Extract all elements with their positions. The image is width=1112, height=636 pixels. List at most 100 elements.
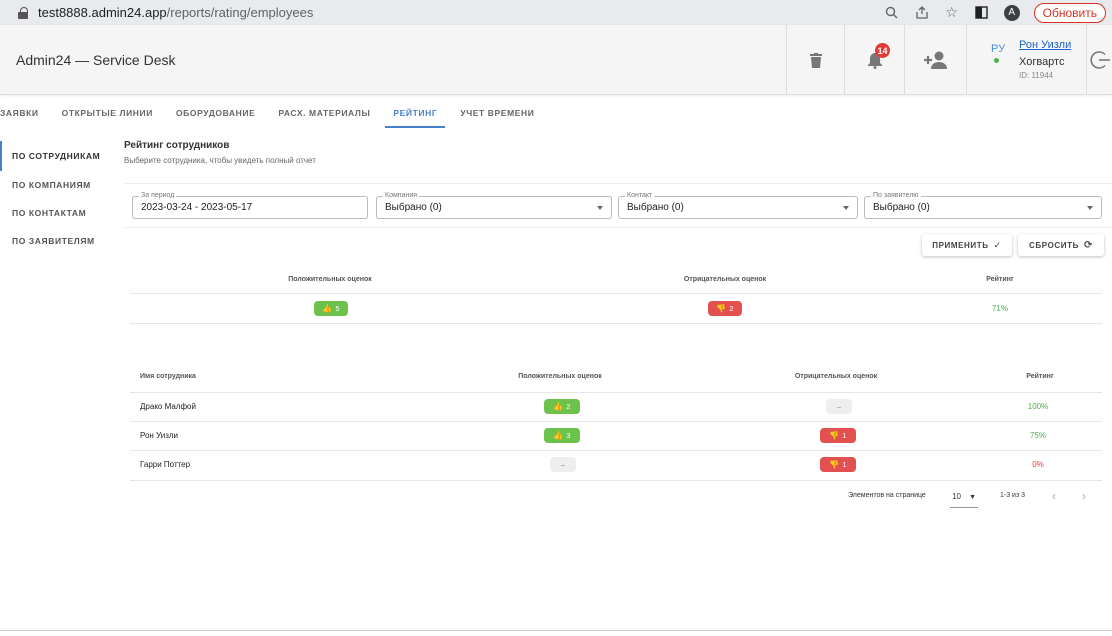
row-rating: 100%: [1027, 402, 1049, 411]
period-value: 2023-03-24 - 2023-05-17: [141, 202, 253, 213]
chevron-down-icon: [843, 206, 849, 210]
sidepanel-icon[interactable]: [974, 5, 990, 21]
summary-header-positive: Положительных оценок: [288, 276, 372, 283]
zoom-icon[interactable]: [884, 5, 900, 21]
thumbs-down-icon: 👎: [716, 304, 727, 313]
per-page-value: 10: [952, 492, 961, 501]
row-positive-empty: –: [550, 457, 576, 472]
row-positive-badge: 👍 2: [544, 399, 580, 414]
summary-header-rating: Рейтинг: [986, 276, 1014, 283]
tab-rating[interactable]: РЕЙТИНГ: [385, 108, 446, 130]
notifications-button[interactable]: 14: [844, 25, 904, 95]
row-negative-count: 1: [842, 431, 847, 440]
summary-header-negative: Отрицательных оценок: [683, 276, 767, 283]
tab-equipment[interactable]: ОБОРУДОВАНИЕ: [176, 108, 255, 130]
period-field[interactable]: За период 2023-03-24 - 2023-05-17: [132, 192, 368, 219]
user-profile[interactable]: РУ Рон Уизли Хогвартс ID: 11944: [966, 25, 1086, 95]
thumbs-up-icon: 👍: [322, 304, 333, 313]
sidenav-item-companies[interactable]: ПО КОМПАНИЯМ: [0, 171, 116, 199]
per-page-underline: [950, 507, 978, 508]
divider: [130, 421, 1102, 422]
url-host: test8888.admin24.app: [38, 5, 167, 20]
company-select[interactable]: Компания Выбрано (0): [376, 192, 612, 219]
notification-badge: 14: [875, 43, 890, 58]
main-tabs: ЗАЯВКИ ОТКРЫТЫЕ ЛИНИИ ОБОРУДОВАНИЕ РАСХ.…: [0, 108, 557, 130]
contact-value: Выбрано (0): [627, 202, 684, 213]
report-sidenav: ПО СОТРУДНИКАМ ПО КОМПАНИЯМ ПО КОНТАКТАМ…: [0, 141, 116, 255]
refresh-icon: ⟳: [1083, 239, 1093, 251]
app-header: Admin24 — Service Desk 14 РУ Рон Уизли Х…: [0, 25, 1112, 95]
logout-button[interactable]: [1086, 25, 1112, 95]
tab-open-lines[interactable]: ОТКРЫТЫЕ ЛИНИИ: [62, 108, 153, 130]
row-rating: 75%: [1029, 431, 1046, 440]
row-positive-badge: 👍 3: [544, 428, 580, 443]
company-label: Компания: [383, 192, 420, 200]
row-positive-count: 2: [566, 402, 571, 411]
per-page-select[interactable]: 10 ▼: [952, 492, 976, 501]
tab-requests[interactable]: ЗАЯВКИ: [0, 108, 39, 130]
sidenav-item-employees[interactable]: ПО СОТРУДНИКАМ: [0, 141, 116, 171]
trash-button[interactable]: [786, 25, 844, 95]
add-user-icon: [923, 51, 947, 69]
table-row-name[interactable]: Рон Уизли: [140, 431, 178, 440]
tab-consumables[interactable]: РАСХ. МАТЕРИАЛЫ: [278, 108, 370, 130]
table-row-name[interactable]: Драко Малфой: [140, 402, 196, 411]
apply-button[interactable]: ПРИМЕНИТЬ ✓: [922, 234, 1012, 256]
summary-negative-count: 2: [729, 304, 734, 313]
url-path: /reports/rating/employees: [166, 5, 314, 20]
browser-actions: ☆ A Обновить: [884, 0, 1112, 25]
applicant-label: По заявителю: [871, 192, 921, 200]
row-rating: 0%: [1032, 460, 1044, 469]
chevron-down-icon: [1087, 206, 1093, 210]
divider: [130, 450, 1102, 451]
user-name-link[interactable]: Рон Уизли: [1019, 39, 1071, 51]
thumbs-up-icon: 👍: [553, 402, 564, 411]
chevron-down-icon: [597, 206, 603, 210]
update-browser-button[interactable]: Обновить: [1033, 2, 1106, 23]
reset-button[interactable]: СБРОСИТЬ ⟳: [1018, 234, 1104, 256]
page-title: Рейтинг сотрудников: [124, 140, 230, 151]
col-header-positive: Положительных оценок: [518, 373, 602, 380]
contact-select[interactable]: Контакт Выбрано (0): [618, 192, 858, 219]
col-header-negative: Отрицательных оценок: [794, 373, 878, 380]
col-header-rating: Рейтинг: [1026, 373, 1054, 380]
divider: [130, 323, 1102, 324]
summary-positive-badge: 👍 5: [314, 301, 348, 316]
thumbs-down-icon: 👎: [829, 431, 840, 440]
applicant-select[interactable]: По заявителю Выбрано (0): [864, 192, 1102, 219]
page-subtitle: Выберите сотрудника, чтобы увидеть полны…: [124, 156, 316, 165]
bookmark-star-icon[interactable]: ☆: [944, 4, 960, 21]
footer-divider: [0, 630, 1112, 636]
summary-rating: 71%: [991, 304, 1008, 313]
divider: [130, 293, 1102, 294]
chevron-down-icon: ▼: [969, 494, 977, 501]
divider: [124, 227, 1112, 228]
contact-label: Контакт: [625, 192, 655, 200]
thumbs-up-icon: 👍: [553, 431, 564, 440]
app-title: Admin24 — Service Desk: [16, 52, 176, 68]
user-initials: РУ: [991, 43, 1006, 55]
user-company: Хогвартс: [1019, 56, 1065, 68]
sidenav-item-applicants[interactable]: ПО ЗАЯВИТЕЛЯМ: [0, 227, 116, 255]
row-negative-count: 1: [842, 460, 847, 469]
next-page-icon[interactable]: ›: [1082, 489, 1086, 503]
table-row-name[interactable]: Гарри Поттер: [140, 460, 190, 469]
divider: [130, 480, 1102, 481]
user-id: ID: 11944: [1019, 71, 1054, 80]
page-range: 1-3 из 3: [1000, 492, 1026, 499]
reset-label: СБРОСИТЬ: [1029, 240, 1079, 250]
address-bar[interactable]: test8888.admin24.app/reports/rating/empl…: [0, 0, 900, 25]
tab-time-tracking[interactable]: УЧЕТ ВРЕМЕНИ: [460, 108, 534, 130]
add-user-button[interactable]: [904, 25, 966, 95]
check-icon: ✓: [993, 239, 1002, 250]
share-icon[interactable]: [914, 5, 930, 21]
sidenav-item-contacts[interactable]: ПО КОНТАКТАМ: [0, 199, 116, 227]
profile-avatar[interactable]: A: [1003, 4, 1020, 21]
period-label: За период: [139, 192, 177, 200]
summary-positive-count: 5: [335, 304, 340, 313]
divider: [130, 392, 1102, 393]
thumbs-down-icon: 👎: [829, 460, 840, 469]
prev-page-icon[interactable]: ‹: [1052, 489, 1056, 503]
lock-icon[interactable]: [18, 6, 30, 19]
company-value: Выбрано (0): [385, 202, 442, 213]
